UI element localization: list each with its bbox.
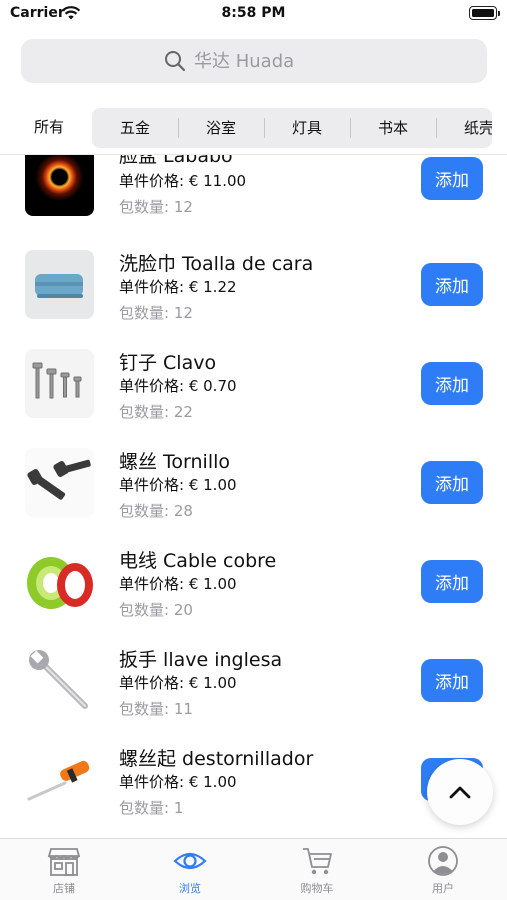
tab-cardboard[interactable]: 纸壳	[436, 108, 492, 148]
tabbar-label: 浏览	[179, 882, 201, 895]
add-button[interactable]: 添加	[421, 659, 483, 702]
list-item: 洗脸巾 Toalla de cara 单件价格: € 1.22 包数量: 12 …	[0, 246, 507, 345]
magnifier-icon	[165, 51, 186, 72]
product-name: 钉子 Clavo	[119, 352, 217, 374]
product-price: 单件价格: € 1.00	[119, 575, 237, 593]
black-hole-image	[25, 155, 94, 216]
category-segment: 五金 浴室 灯具 书本 纸壳	[92, 108, 492, 148]
list-item: 钉子 Clavo 单件价格: € 0.70 包数量: 22 添加	[0, 345, 507, 444]
product-pack-qty: 包数量: 20	[119, 601, 193, 619]
add-button[interactable]: 添加	[421, 362, 483, 405]
product-pack-qty: 包数量: 22	[119, 403, 193, 421]
clock: 8:58 PM	[221, 5, 286, 21]
tabbar-item-cart[interactable]: 购物车	[267, 845, 367, 900]
tab-hardware[interactable]: 五金	[92, 108, 178, 148]
product-pack-qty: 包数量: 12	[119, 198, 193, 216]
screwdriver-image	[25, 745, 94, 814]
search-bar[interactable]	[21, 39, 487, 83]
battery-icon	[469, 6, 500, 20]
wrench-image	[25, 646, 94, 715]
bolts-image	[25, 448, 94, 517]
product-list[interactable]: 脸盆 Lababo 单件价格: € 11.00 包数量: 12 添加 洗脸巾 T…	[0, 155, 507, 838]
tabbar-item-user[interactable]: 用户	[393, 845, 493, 900]
tabbar-label: 购物车	[300, 882, 334, 895]
search-input[interactable]	[194, 50, 344, 72]
product-name: 螺丝起 destornillador	[119, 748, 314, 770]
list-item: 螺丝 Tornillo 单件价格: € 1.00 包数量: 28 添加	[0, 444, 507, 543]
product-name: 洗脸巾 Toalla de cara	[119, 253, 314, 275]
add-button[interactable]: 添加	[421, 157, 483, 200]
tab-books[interactable]: 书本	[350, 108, 436, 148]
add-button[interactable]: 添加	[421, 560, 483, 603]
product-name: 螺丝 Tornillo	[119, 451, 231, 473]
store-icon	[47, 848, 81, 876]
product-pack-qty: 包数量: 12	[119, 304, 193, 322]
product-price: 单件价格: € 1.00	[119, 674, 237, 692]
tab-lighting[interactable]: 灯具	[264, 108, 350, 148]
product-price: 单件价格: € 0.70	[119, 377, 237, 395]
towel-image	[25, 250, 94, 319]
screws-image	[25, 349, 94, 418]
product-name: 脸盆 Lababo	[119, 155, 233, 167]
product-price: 单件价格: € 1.22	[119, 278, 237, 296]
list-item: 扳手 llave inglesa 单件价格: € 1.00 包数量: 11 添加	[0, 642, 507, 741]
product-name: 扳手 llave inglesa	[119, 649, 283, 671]
scroll-top-button[interactable]	[427, 759, 493, 825]
list-item: 脸盆 Lababo 单件价格: € 11.00 包数量: 12 添加	[0, 155, 507, 246]
product-pack-qty: 包数量: 1	[119, 799, 184, 817]
add-button[interactable]: 添加	[421, 461, 483, 504]
cable-image	[25, 547, 94, 616]
tabbar-item-store[interactable]: 店铺	[14, 845, 114, 900]
eye-icon	[173, 852, 207, 870]
product-price: 单件价格: € 11.00	[119, 172, 247, 190]
list-item: 电线 Cable cobre 单件价格: € 1.00 包数量: 20 添加	[0, 543, 507, 642]
product-price: 单件价格: € 1.00	[119, 773, 237, 791]
product-name: 电线 Cable cobre	[119, 550, 277, 572]
tab-bar: 店铺 浏览 购物车 用户	[0, 838, 507, 900]
chevron-up-icon	[449, 786, 471, 799]
product-pack-qty: 包数量: 11	[119, 700, 193, 718]
category-tabs: 所有 五金 浴室 灯具 书本 纸壳	[0, 106, 507, 150]
tab-all[interactable]: 所有	[14, 106, 84, 148]
tabbar-item-browse[interactable]: 浏览	[140, 845, 240, 900]
product-pack-qty: 包数量: 28	[119, 502, 193, 520]
product-price: 单件价格: € 1.00	[119, 476, 237, 494]
add-button[interactable]: 添加	[421, 263, 483, 306]
status-bar: Carrier 8:58 PM	[0, 0, 507, 28]
user-icon	[428, 846, 458, 876]
tab-bathroom[interactable]: 浴室	[178, 108, 264, 148]
tabbar-label: 店铺	[53, 882, 75, 895]
cart-icon	[303, 848, 332, 875]
tabbar-label: 用户	[432, 882, 454, 895]
